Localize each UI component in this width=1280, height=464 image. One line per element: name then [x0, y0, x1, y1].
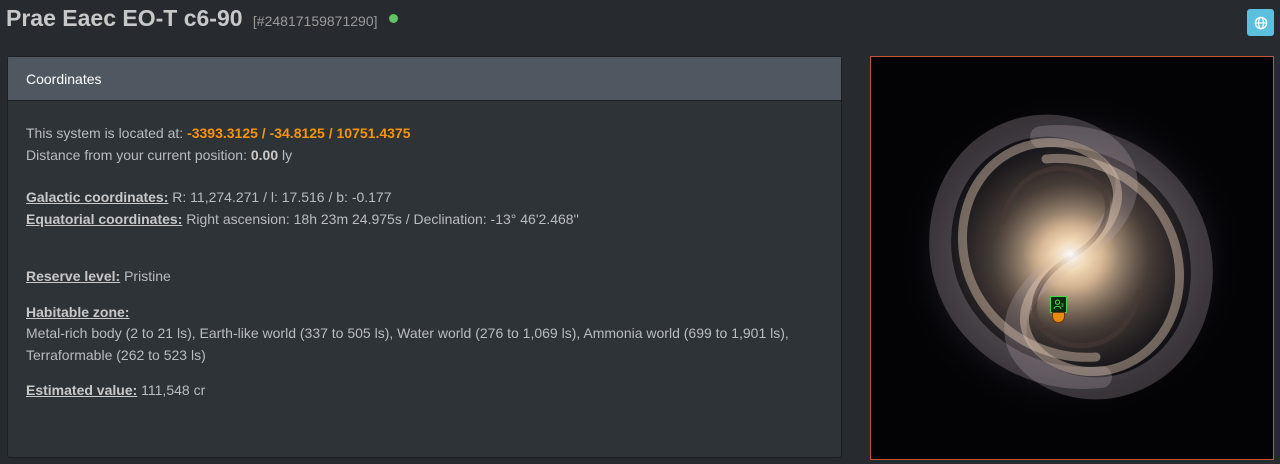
distance-value: 0.00: [250, 146, 279, 163]
galactic-row: Galactic coordinates: R: 11,274.271 / l:…: [26, 187, 823, 209]
estimated-row: Estimated value: 111,548 cr: [26, 380, 823, 402]
habitable-heading-row: Habitable zone:: [26, 302, 823, 324]
estimated-label[interactable]: Estimated value:: [26, 382, 137, 398]
location-row: This system is located at: -3393.3125 / …: [26, 123, 823, 145]
habitable-line-1: Metal-rich body (2 to 21 ls), Earth-like…: [26, 325, 789, 341]
user-location-icon: [1053, 299, 1064, 310]
system-id: [#24817159871290]: [252, 13, 378, 29]
habitable-label[interactable]: Habitable zone:: [26, 304, 129, 320]
habitable-line-2: Terraformable (262 to 523 ls): [26, 346, 206, 363]
globe-button[interactable]: [1247, 9, 1274, 36]
equatorial-row: Equatorial coordinates: Right ascension:…: [26, 209, 823, 231]
current-location-marker[interactable]: [1050, 296, 1067, 313]
panel-title: Coordinates: [26, 70, 102, 87]
status-indicator: [388, 14, 398, 23]
galactic-label[interactable]: Galactic coordinates:: [26, 189, 168, 205]
galaxy-image: [871, 57, 1273, 459]
galaxy-map[interactable]: [870, 56, 1274, 460]
page-header: Prae Eaec EO-T c6-90 [#24817159871290]: [0, 0, 1280, 44]
panel-heading: Coordinates: [8, 57, 841, 101]
galactic-value: R: 11,274.271 / l: 17.516 / b: -0.177: [168, 189, 392, 205]
system-title: Prae Eaec EO-T c6-90 [#24817159871290]: [6, 5, 398, 32]
panel-body: This system is located at: -3393.3125 / …: [8, 101, 841, 402]
estimated-value: 111,548 cr: [137, 382, 206, 398]
distance-label: Distance from your current position:: [26, 146, 251, 163]
distance-row: Distance from your current position: 0.0…: [26, 145, 823, 167]
location-label: This system is located at:: [26, 125, 188, 141]
coordinates-panel: Coordinates This system is located at: -…: [7, 56, 842, 458]
reserve-row: Reserve level: Pristine: [26, 266, 823, 288]
equatorial-label[interactable]: Equatorial coordinates:: [26, 211, 182, 227]
equatorial-value: Right ascension: 18h 23m 24.975s / Decli…: [182, 210, 579, 227]
globe-icon: [1254, 16, 1267, 29]
distance-unit: ly: [278, 146, 293, 163]
location-value: -3393.3125 / -34.8125 / 10751.4375: [187, 125, 411, 141]
system-name: Prae Eaec EO-T c6-90: [6, 5, 243, 31]
reserve-value: Pristine: [120, 268, 171, 284]
reserve-label[interactable]: Reserve level:: [26, 268, 120, 284]
